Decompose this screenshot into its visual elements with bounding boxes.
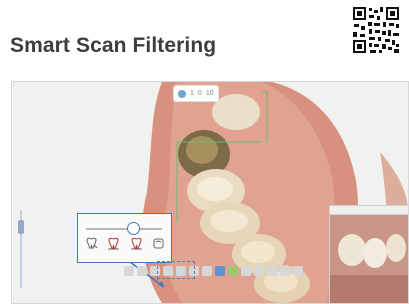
filter-slider-knob[interactable] bbox=[127, 222, 140, 235]
view-toolbar: 1 0 10 bbox=[173, 85, 219, 102]
tool-button[interactable] bbox=[254, 265, 264, 276]
tool-button[interactable] bbox=[280, 265, 290, 276]
tool-button[interactable] bbox=[124, 265, 134, 276]
tooth[interactable] bbox=[212, 94, 260, 130]
tool-button[interactable] bbox=[293, 265, 303, 276]
preview-header bbox=[330, 206, 408, 215]
preview-image bbox=[330, 215, 408, 303]
slider-knob[interactable] bbox=[18, 220, 24, 234]
view-value[interactable]: 1 bbox=[190, 90, 194, 97]
tool-button[interactable] bbox=[267, 265, 277, 276]
tool-button-active[interactable] bbox=[215, 265, 225, 276]
tool-button[interactable] bbox=[202, 265, 212, 276]
tool-button[interactable] bbox=[137, 265, 147, 276]
tooth-filter-icon[interactable] bbox=[85, 237, 98, 250]
page-title: Smart Scan Filtering bbox=[10, 34, 217, 57]
tooth-outline-icon[interactable] bbox=[107, 237, 120, 250]
brightness-slider[interactable] bbox=[18, 210, 24, 288]
scan-viewport[interactable]: 1 0 10 bbox=[11, 81, 409, 304]
view-value[interactable]: 10 bbox=[206, 90, 214, 97]
tooth-square-icon[interactable] bbox=[152, 237, 165, 250]
preview-inset[interactable] bbox=[329, 205, 408, 303]
view-mode-icon[interactable] bbox=[178, 89, 186, 98]
filter-callout-panel bbox=[77, 213, 172, 263]
qr-code-icon bbox=[352, 6, 400, 54]
filter-slider-track[interactable] bbox=[86, 228, 162, 230]
tooth-outline-icon[interactable] bbox=[130, 237, 143, 250]
tool-button[interactable] bbox=[228, 265, 238, 276]
bottom-toolbar bbox=[124, 263, 331, 278]
view-value[interactable]: 0 bbox=[198, 90, 202, 97]
tool-button[interactable] bbox=[241, 265, 251, 276]
selected-tool-highlight bbox=[157, 261, 195, 279]
